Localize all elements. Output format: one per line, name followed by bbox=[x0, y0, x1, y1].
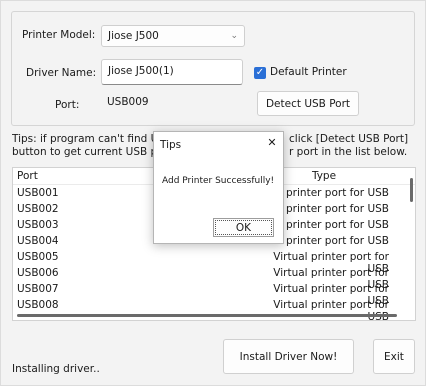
row-port: USB008 bbox=[17, 299, 59, 311]
install-driver-button[interactable]: Install Driver Now! bbox=[223, 339, 354, 374]
printer-settings-group: Printer Model: Jiose J500 ⌄ Driver Name:… bbox=[11, 11, 415, 126]
port-label: Port: bbox=[55, 99, 80, 111]
ok-button[interactable]: OK bbox=[213, 218, 274, 237]
printer-model-combo[interactable]: Jiose J500 ⌄ bbox=[101, 25, 245, 47]
tips-line-1-left: Tips: if program can't find US bbox=[12, 133, 165, 145]
exit-button[interactable]: Exit bbox=[373, 339, 415, 374]
dialog-title: Tips bbox=[160, 139, 182, 151]
printer-model-label: Printer Model: bbox=[22, 29, 96, 41]
default-printer-label[interactable]: Default Printer bbox=[270, 66, 347, 78]
horizontal-scrollbar[interactable] bbox=[17, 314, 397, 317]
row-port: USB004 bbox=[17, 235, 59, 247]
table-row[interactable]: USB008 Virtual printer port for USB bbox=[13, 299, 415, 323]
tips-line-2-right: r port in the list below. bbox=[289, 146, 408, 158]
row-port: USB006 bbox=[17, 267, 59, 279]
column-header-port[interactable]: Port bbox=[17, 170, 38, 182]
tips-line-2-left: button to get current USB po bbox=[12, 146, 164, 158]
installer-window: Printer Model: Jiose J500 ⌄ Driver Name:… bbox=[0, 0, 426, 386]
row-port: USB003 bbox=[17, 219, 59, 231]
dialog-message: Add Printer Successfully! bbox=[162, 176, 275, 186]
tips-dialog: Tips ✕ Add Printer Successfully! OK bbox=[153, 131, 284, 244]
table-row[interactable]: USB006 Virtual printer port for USB bbox=[13, 267, 415, 291]
checkmark-icon: ✓ bbox=[255, 67, 265, 78]
detect-usb-port-button[interactable]: Detect USB Port bbox=[257, 91, 359, 116]
row-port: USB005 bbox=[17, 251, 59, 263]
row-port: USB007 bbox=[17, 283, 59, 295]
status-text: Installing driver.. bbox=[12, 363, 100, 375]
driver-name-input[interactable]: Jiose J500(1) bbox=[101, 59, 243, 85]
driver-name-label: Driver Name: bbox=[26, 67, 97, 79]
default-printer-checkbox[interactable]: ✓ bbox=[254, 67, 266, 79]
port-value: USB009 bbox=[107, 96, 149, 108]
chevron-down-icon: ⌄ bbox=[230, 31, 238, 41]
row-port: USB002 bbox=[17, 203, 59, 215]
tips-line-1-right: click [Detect USB Port] bbox=[289, 133, 409, 145]
table-row[interactable]: USB005 Virtual printer port for USB bbox=[13, 251, 415, 275]
row-port: USB001 bbox=[17, 187, 59, 199]
row-type: Virtual printer port for USB bbox=[273, 299, 389, 323]
vertical-scrollbar[interactable] bbox=[410, 178, 413, 202]
table-row[interactable]: USB007 Virtual printer port for USB bbox=[13, 283, 415, 307]
printer-model-value: Jiose J500 bbox=[108, 30, 159, 42]
close-icon[interactable]: ✕ bbox=[265, 136, 279, 150]
